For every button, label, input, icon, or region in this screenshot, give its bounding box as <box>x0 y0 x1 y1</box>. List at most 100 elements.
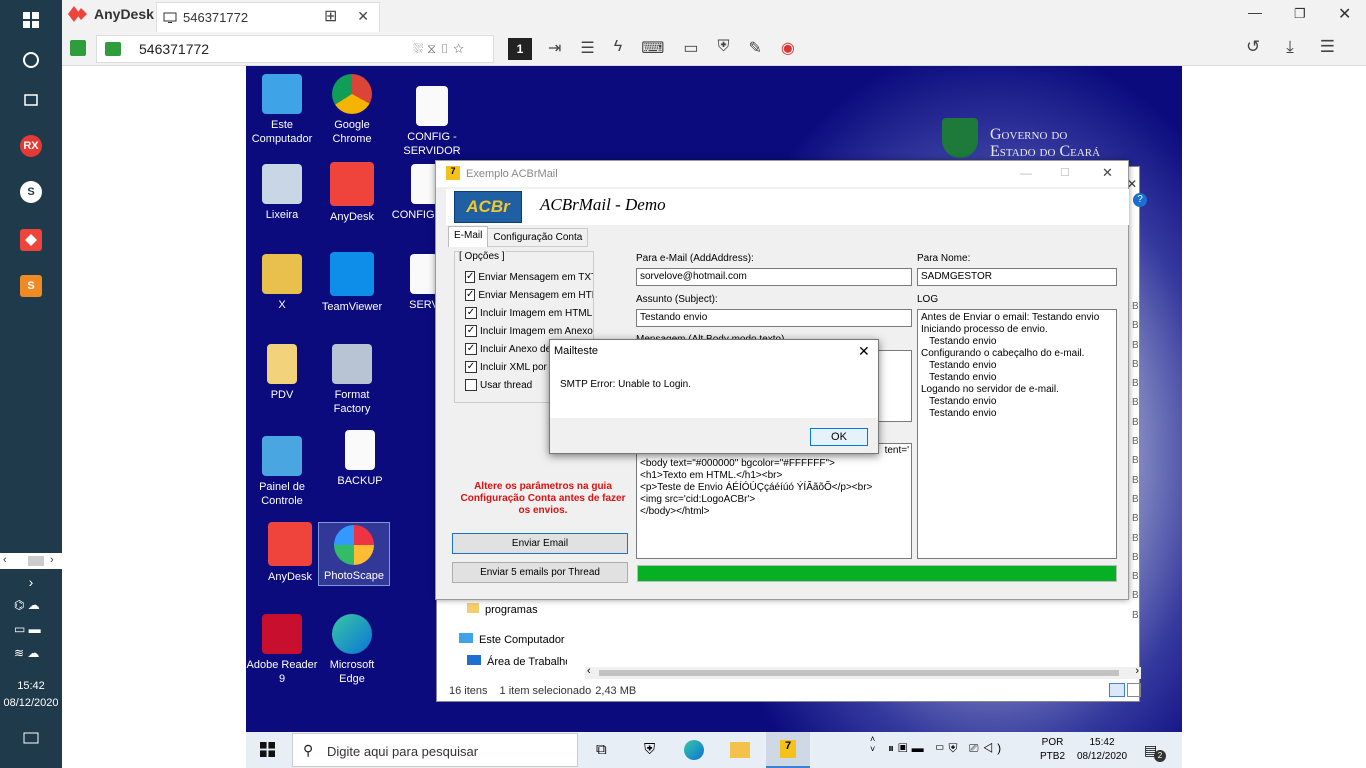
explorer-hscrollbar[interactable]: ‹ › <box>585 665 1141 679</box>
desktop-icon-painel-de-controle[interactable]: Painel de Controle <box>246 436 318 508</box>
acbr-minimize-icon[interactable]: — <box>1020 166 1032 180</box>
scroll-right-icon[interactable]: › <box>50 554 54 566</box>
left-clock-time[interactable]: 15:42 <box>0 680 62 692</box>
download-icon[interactable]: ⤓ <box>1286 37 1294 57</box>
language-indicator[interactable]: POR PTB2 <box>1040 736 1065 764</box>
tab-email[interactable]: E-Mail <box>448 226 489 247</box>
send-email-button[interactable]: Enviar Email <box>452 533 628 554</box>
windows-start-icon[interactable] <box>0 8 62 32</box>
chevron-right-icon[interactable]: › <box>0 574 62 590</box>
file-transfer-icon[interactable]: ⇥ <box>548 38 561 58</box>
remote-clock[interactable]: 15:42 08/12/2020 <box>1074 736 1130 764</box>
log-textarea[interactable]: Antes de Enviar o email: Testando envio I… <box>917 309 1117 559</box>
desktop-icon-lixeira[interactable]: Lixeira <box>246 164 318 222</box>
acbr-close-icon[interactable]: ✕ <box>1102 165 1113 181</box>
file-explorer-icon[interactable] <box>730 742 750 758</box>
to-email-input[interactable]: sorvelove@hotmail.com <box>636 268 912 286</box>
desktop-icon-chrome[interactable]: Google Chrome <box>316 74 388 146</box>
s-app-icon[interactable]: S <box>0 180 62 204</box>
option-checkbox-3[interactable]: ✓ Incluir Imagem em Anexo <box>465 322 593 340</box>
desktop-icon-x[interactable]: X <box>246 254 318 312</box>
tab-configuracao-conta[interactable]: Configuração Conta <box>488 228 589 247</box>
connection-status-icon[interactable] <box>70 40 86 56</box>
close-icon[interactable]: ✕ <box>1338 4 1351 24</box>
tray-icons-2[interactable]: ▭ ▬ <box>14 622 41 636</box>
anydesk-taskbar-icon[interactable] <box>0 228 62 252</box>
verified-icon <box>105 42 121 56</box>
task-view-icon[interactable] <box>0 88 62 112</box>
sublime-app-icon[interactable]: S <box>0 274 62 298</box>
address-bar[interactable]: 546371772 ⛆ ⧖ ▯ ☆ <box>96 35 494 63</box>
desktop-icon-teamviewer[interactable]: TeamViewer <box>316 252 388 314</box>
file-icon <box>345 430 375 470</box>
tiles-view-icon[interactable] <box>1127 683 1141 697</box>
monitor-number-button[interactable]: 1 <box>508 38 532 60</box>
actions-icon[interactable]: ϟ <box>614 38 622 58</box>
cortana-icon[interactable] <box>0 48 62 72</box>
desktop-icon-adobe-reader[interactable]: Adobe Reader 9 <box>246 614 318 686</box>
desktop-icon-config-servidor[interactable]: CONFIG - SERVIDOR <box>396 86 468 158</box>
checkbox-box[interactable]: ✓ <box>465 343 477 355</box>
option-checkbox-0[interactable]: ✓ Enviar Mensagem em TXT <box>465 268 593 286</box>
desktop-icon-backup[interactable]: BACKUP <box>324 430 396 488</box>
address-actions-icons[interactable]: ⛆ ⧖ ▯ ☆ <box>413 41 464 57</box>
remote-start-icon[interactable] <box>260 742 275 762</box>
checkbox-box[interactable] <box>465 379 477 391</box>
taskbar-scrollbar[interactable]: ‹ › <box>0 553 62 569</box>
notification-icon[interactable] <box>0 728 62 750</box>
checkbox-box[interactable]: ✓ <box>465 271 476 283</box>
explorer-item-programas[interactable]: programas <box>467 603 538 616</box>
acbr-maximize-icon[interactable]: ☐ <box>1060 166 1070 179</box>
desktop-icon-anydesk-2[interactable]: AnyDesk <box>254 522 326 584</box>
explorer-item-este-computador[interactable]: Este Computador <box>459 633 565 646</box>
maximize-icon[interactable]: ❐ <box>1294 6 1306 22</box>
help-icon[interactable]: ? <box>1133 193 1147 207</box>
minimize-icon[interactable]: — <box>1248 4 1262 20</box>
new-tab-icon[interactable]: ⊞ <box>324 6 337 26</box>
task-view-icon[interactable]: ⧉ <box>596 741 607 758</box>
subject-input[interactable]: Testando envio <box>636 309 912 327</box>
details-view-icon[interactable] <box>1109 683 1125 697</box>
rx-app-icon[interactable]: RX <box>0 134 62 158</box>
desktop-icon-este-computador[interactable]: Este Computador <box>246 74 318 146</box>
tray-icons[interactable]: ⌬ ☁ <box>14 598 40 612</box>
display-icon[interactable]: ▭ <box>683 38 698 58</box>
option-checkbox-1[interactable]: ✓ Enviar Mensagem em HTML <box>465 286 593 304</box>
left-clock-date[interactable]: 08/12/2020 <box>0 697 62 709</box>
desktop-icon-pdv[interactable]: PDV <box>246 344 318 402</box>
to-name-input[interactable]: SADMGESTOR <box>917 268 1117 286</box>
checkbox-box[interactable]: ✓ <box>465 325 477 337</box>
checkbox-box[interactable]: ✓ <box>465 307 477 319</box>
menu-icon[interactable]: ☰ <box>1320 37 1335 57</box>
desktop-icon-edge[interactable]: Microsoft Edge <box>316 614 388 686</box>
session-tab[interactable]: 546371772 ✕ <box>156 2 380 32</box>
permissions-icon[interactable]: ⛨ <box>717 38 729 58</box>
explorer-item-area-de-trabalho[interactable]: Área de Trabalho <box>467 655 567 668</box>
address-text[interactable]: 546371772 <box>139 41 209 57</box>
html-textarea[interactable]: tent=' <body text="#000000" bgcolor="#FF… <box>636 443 912 559</box>
edge-taskbar-icon[interactable] <box>684 740 704 760</box>
remote-search-box[interactable]: ⚲ Digite aqui para pesquisar <box>292 733 578 767</box>
scroll-left-icon[interactable]: ‹ <box>3 554 7 566</box>
record-icon[interactable]: ◉ <box>781 38 795 58</box>
option-label: Incluir XML por S <box>480 361 557 373</box>
dialog-ok-button[interactable]: OK <box>810 428 868 446</box>
security-app-icon[interactable]: ⛨ <box>644 741 655 758</box>
option-checkbox-2[interactable]: ✓ Incluir Imagem em HTML <box>465 304 593 322</box>
dialog-close-icon[interactable]: ✕ <box>858 343 870 360</box>
desktop-icon-anydesk[interactable]: AnyDesk <box>316 162 388 224</box>
tab-close-icon[interactable]: ✕ <box>357 8 369 25</box>
desktop-icon-photoscape[interactable]: PhotoScape <box>318 522 390 586</box>
history-icon[interactable]: ↺ <box>1246 37 1260 57</box>
acbr-taskbar-button[interactable]: 7 <box>766 732 810 768</box>
checkbox-box[interactable]: ✓ <box>465 289 476 301</box>
tray-icons[interactable]: ⏸▣▬ ▭⛨ ⎚◁) <box>888 741 1005 756</box>
chat-icon[interactable]: ☰ <box>580 38 594 58</box>
checkbox-box[interactable]: ✓ <box>465 361 477 373</box>
desktop-icon-format-factory[interactable]: Format Factory <box>316 344 388 416</box>
keyboard-icon[interactable]: ⌨ <box>641 38 664 58</box>
tray-overflow-icon[interactable]: ˄ ˅ <box>870 734 875 754</box>
whiteboard-icon[interactable]: ✎ <box>748 38 761 58</box>
send-5-emails-button[interactable]: Enviar 5 emails por Thread <box>452 562 628 583</box>
wifi-icon[interactable]: ≋ ☁ <box>14 646 39 660</box>
